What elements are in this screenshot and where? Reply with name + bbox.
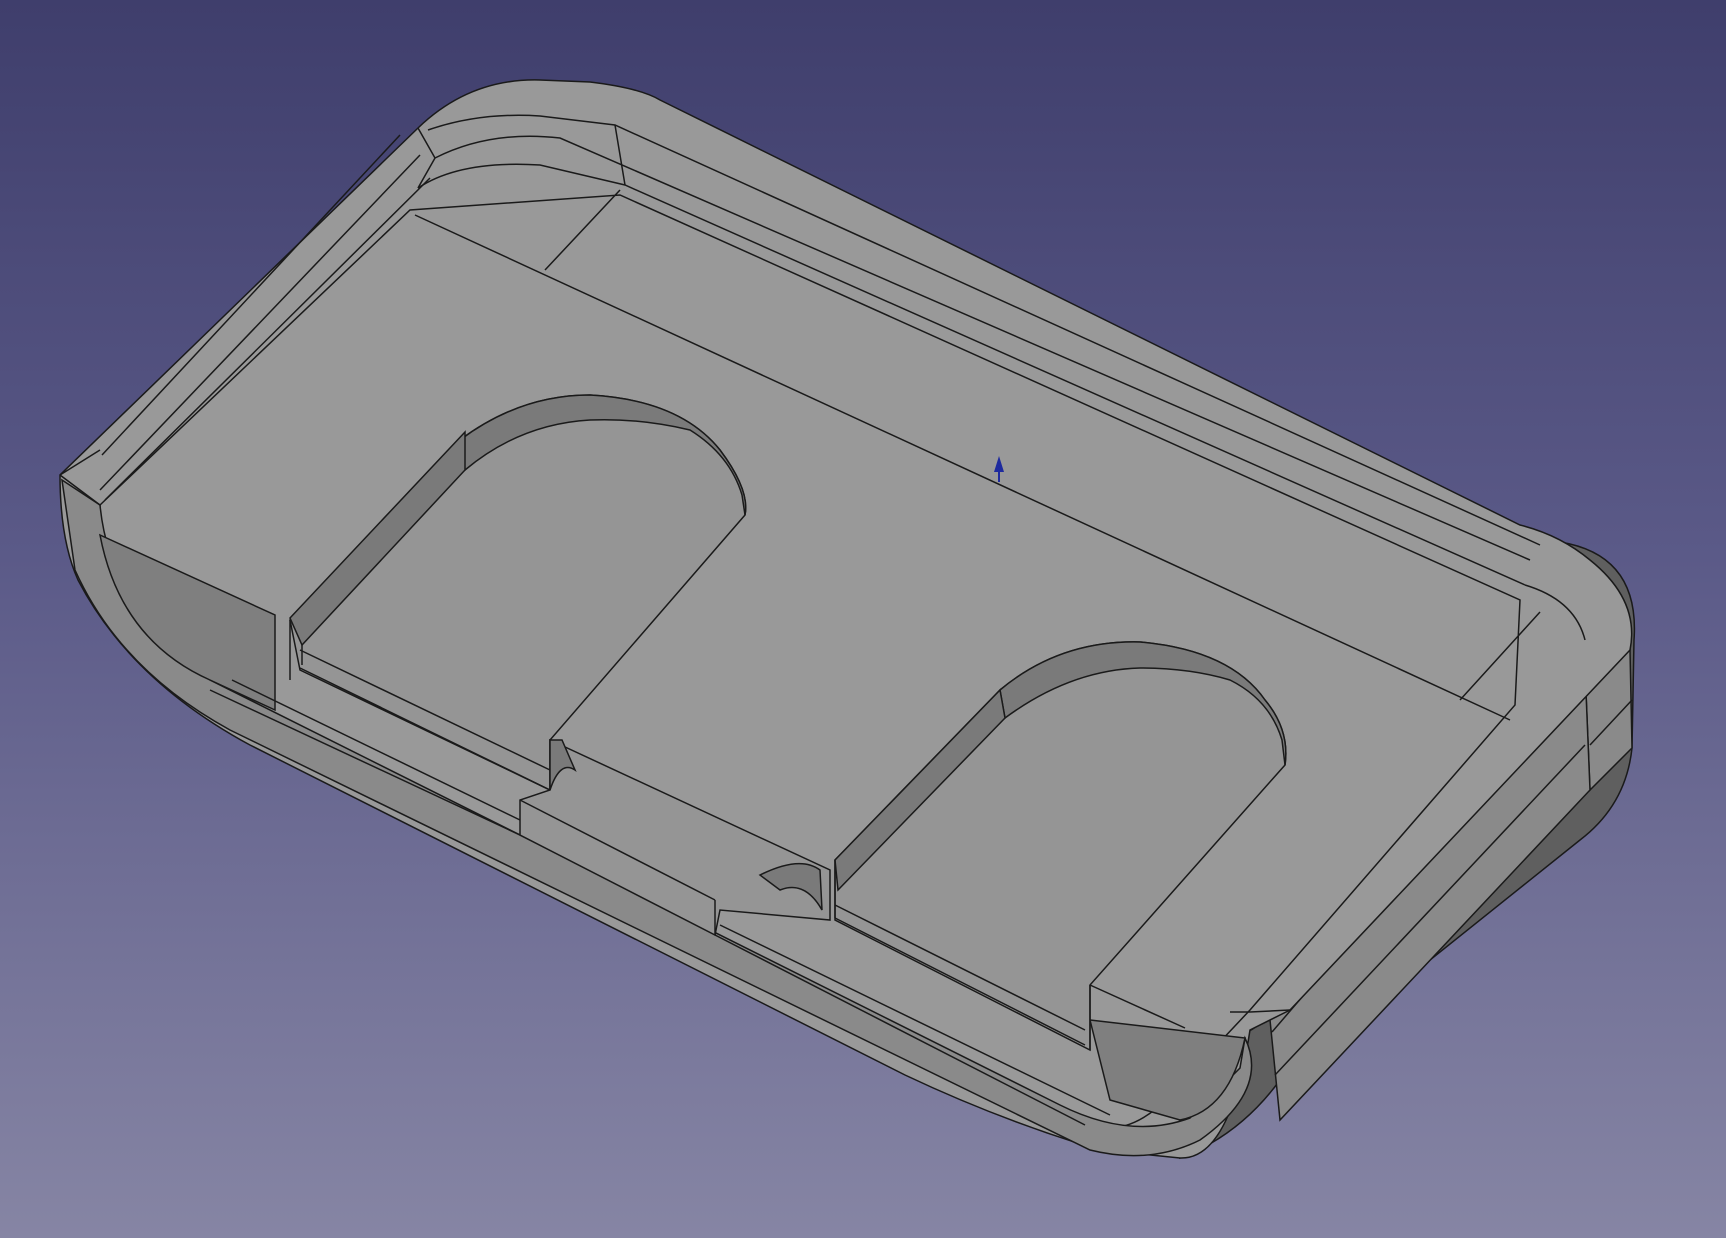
tray-model[interactable]: [0, 0, 1726, 1238]
3d-viewport[interactable]: [0, 0, 1726, 1238]
